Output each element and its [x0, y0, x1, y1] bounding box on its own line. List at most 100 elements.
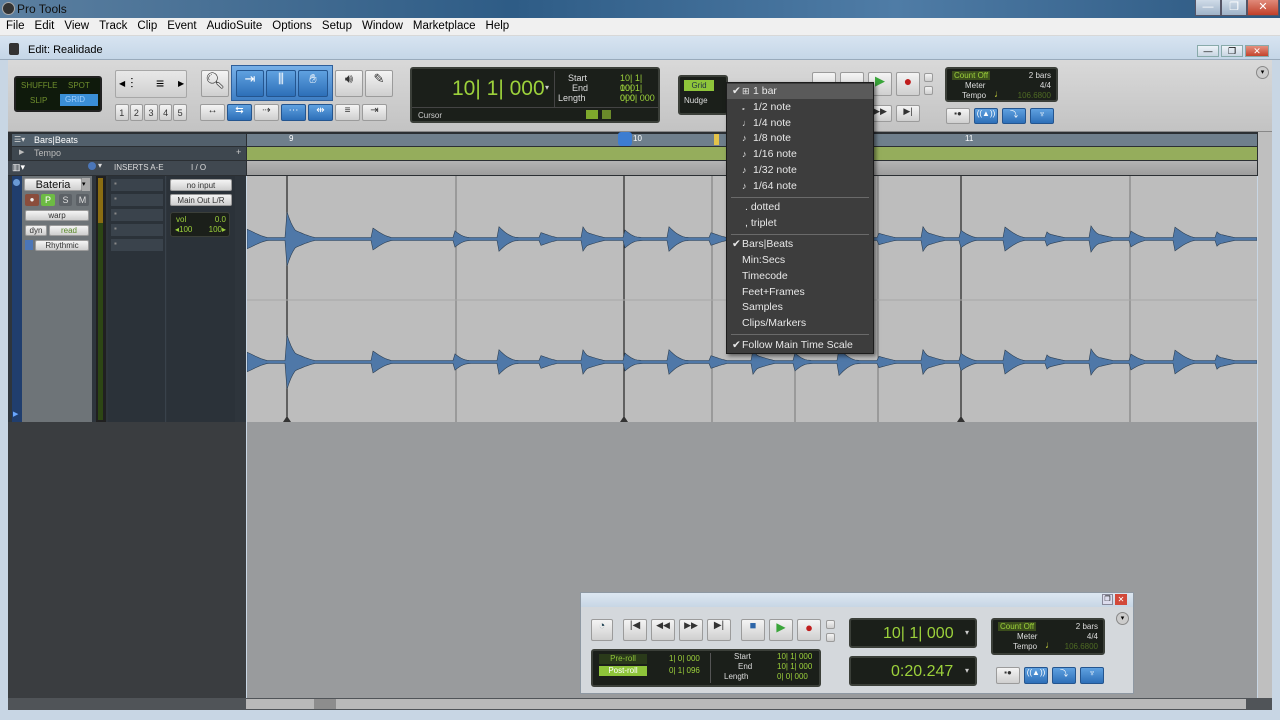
- edit-restore-button[interactable]: ❐: [1221, 45, 1243, 57]
- grid-option-1-32-note[interactable]: ♪ 1/32 note: [727, 163, 873, 178]
- mirror-midi-button[interactable]: ⋯: [281, 104, 306, 121]
- transport-conductor-button[interactable]: ♆: [1080, 667, 1104, 684]
- zoomer-tool[interactable]: 🔍︎: [201, 70, 229, 97]
- transport-metronome-button[interactable]: ((▲)): [1024, 667, 1048, 684]
- output-selector[interactable]: Main Out L/R: [170, 194, 232, 206]
- insert-slot[interactable]: ▪: [111, 239, 163, 251]
- track-name-menu-icon[interactable]: ▾: [82, 178, 90, 191]
- link-timeline-edit-button[interactable]: ⇆: [227, 104, 252, 121]
- audio-zoom-icon[interactable]: ⫶: [130, 75, 134, 92]
- track-options-icon[interactable]: ▾: [98, 161, 102, 170]
- grid-option-1-16-note[interactable]: ♪ 1/16 note: [727, 147, 873, 162]
- meter-value[interactable]: 4/4: [1040, 81, 1051, 90]
- grid-modifier-triplet[interactable]: , triplet: [727, 216, 873, 231]
- main-counter-dropdown-icon[interactable]: ▾: [965, 628, 969, 637]
- insert-slot[interactable]: ▪: [111, 224, 163, 236]
- grid-option-1-4-note[interactable]: ♩ 1/4 note: [727, 116, 873, 131]
- zoom-toggle-button[interactable]: ⇥: [362, 104, 387, 121]
- timebase-samples[interactable]: Samples: [727, 300, 873, 315]
- counter-dropdown-icon[interactable]: ▾: [545, 83, 549, 92]
- transport-main-counter[interactable]: 10| 1| 000: [883, 625, 954, 643]
- zoom-preset-3[interactable]: 3: [144, 104, 158, 121]
- link-track-edit-button[interactable]: ⇢: [254, 104, 279, 121]
- link-selection-icon[interactable]: [586, 110, 598, 119]
- tempo-note-icon[interactable]: ♩: [994, 89, 1004, 100]
- transport-meter-value[interactable]: 4/4: [1087, 632, 1098, 641]
- transport-online-toggle[interactable]: [826, 620, 835, 629]
- midi-zoom-icon[interactable]: ≡: [156, 75, 164, 91]
- loop-record-toggle[interactable]: [924, 86, 933, 95]
- pre-roll-button[interactable]: Pre-roll: [599, 654, 647, 664]
- automation-mode-selector[interactable]: read: [49, 225, 89, 236]
- toolbar-menu-button[interactable]: ▾: [1256, 66, 1269, 79]
- count-off-button[interactable]: Count Off: [952, 71, 991, 80]
- grabber-tool[interactable]: ✋︎: [298, 70, 328, 97]
- clip-list-icon[interactable]: [602, 110, 611, 119]
- scrollbar-thumb[interactable]: [314, 699, 336, 709]
- timebase-min-secs[interactable]: Min:Secs: [727, 253, 873, 268]
- edit-mode-spot[interactable]: SPOT: [68, 81, 90, 90]
- menu-edit[interactable]: Edit: [30, 18, 60, 35]
- close-button[interactable]: ✕: [1247, 0, 1279, 16]
- pan-left-value[interactable]: ◂100: [175, 225, 192, 234]
- elastic-audio-mode[interactable]: Rhythmic: [35, 240, 89, 251]
- transport-end-value[interactable]: 10| 1| 000: [777, 662, 812, 671]
- selector-tool[interactable]: ⫼: [266, 70, 296, 97]
- metronome-button[interactable]: ((▲)): [974, 108, 998, 124]
- record-enable-button[interactable]: ●: [25, 194, 39, 206]
- edit-minimize-button[interactable]: —: [1197, 45, 1219, 57]
- tempo-ruler-header[interactable]: ▶ Tempo +: [12, 147, 246, 160]
- tab-to-transient-button[interactable]: ↔: [200, 104, 225, 121]
- mute-button[interactable]: M: [76, 194, 89, 206]
- elastic-audio-icon[interactable]: [25, 240, 33, 250]
- timebase-clips-markers[interactable]: Clips/Markers: [727, 316, 873, 331]
- grid-modifier-dotted[interactable]: . dotted: [727, 200, 873, 215]
- length-value[interactable]: 0| 0| 000: [620, 93, 655, 103]
- post-roll-button[interactable]: Post-roll: [599, 666, 647, 676]
- solo-button[interactable]: S: [59, 194, 72, 206]
- scrubber-tool[interactable]: 🔊︎: [335, 70, 363, 97]
- transport-loop-toggle[interactable]: [826, 633, 835, 642]
- follow-main-time-scale[interactable]: ✔ Follow Main Time Scale: [727, 338, 873, 353]
- edit-mode-shuffle[interactable]: SHUFFLE: [21, 81, 57, 90]
- transport-wait-for-note-button[interactable]: ▪●: [996, 667, 1020, 684]
- add-tempo-icon[interactable]: +: [236, 147, 241, 157]
- main-counter[interactable]: 10| 1| 000: [452, 77, 545, 101]
- minimize-button[interactable]: —: [1195, 0, 1221, 16]
- transport-tempo-note-icon[interactable]: ♩: [1045, 640, 1055, 651]
- post-roll-value[interactable]: 0| 1| 096: [669, 666, 700, 675]
- transport-start-value[interactable]: 10| 1| 000: [777, 652, 812, 661]
- track-view-selector[interactable]: warp: [25, 210, 89, 221]
- zoom-preset-1[interactable]: 1: [115, 104, 129, 121]
- conductor-button[interactable]: ♆: [1030, 108, 1054, 124]
- menu-view[interactable]: View: [59, 18, 94, 35]
- transport-record-button[interactable]: ●: [797, 619, 821, 641]
- volume-value[interactable]: 0.0: [215, 215, 226, 224]
- transport-midi-merge-button[interactable]: ⤵: [1052, 667, 1076, 684]
- track-name[interactable]: Bateria: [24, 178, 82, 191]
- menu-clip[interactable]: Clip: [132, 18, 162, 35]
- timebase-timecode[interactable]: Timecode: [727, 269, 873, 284]
- menu-window[interactable]: Window: [357, 18, 408, 35]
- input-selector[interactable]: no input: [170, 179, 232, 191]
- online-button[interactable]: ◔: [591, 619, 613, 641]
- transport-close-button[interactable]: ✕: [1115, 594, 1127, 605]
- grid-option-1-bar[interactable]: ✔ ⊞ 1 bar: [727, 84, 873, 99]
- bars-beats-ruler-header[interactable]: ☰▾ Bars|Beats: [12, 134, 246, 146]
- tempo-expand-icon[interactable]: ▶: [19, 148, 24, 156]
- edit-mode-slip[interactable]: SLIP: [30, 96, 47, 105]
- menu-marketplace[interactable]: Marketplace: [408, 18, 481, 35]
- restore-button[interactable]: ❐: [1221, 0, 1247, 16]
- transport-fast-forward-button[interactable]: ▶▶: [679, 619, 703, 641]
- transport-play-button[interactable]: ▶: [769, 619, 793, 641]
- pencil-tool[interactable]: ✎: [365, 70, 393, 97]
- transport-sub-counter[interactable]: 0:20.247: [891, 663, 953, 681]
- vertical-scrollbar[interactable]: [1258, 132, 1272, 698]
- go-to-end-button[interactable]: ▶|: [896, 105, 920, 122]
- menu-file[interactable]: File: [1, 18, 30, 35]
- menu-event[interactable]: Event: [162, 18, 201, 35]
- transport-tempo-value[interactable]: 106.6800: [1065, 642, 1098, 651]
- track-select-icon[interactable]: [13, 179, 20, 186]
- transport-menu-button[interactable]: ▾: [1116, 612, 1129, 625]
- menu-setup[interactable]: Setup: [317, 18, 357, 35]
